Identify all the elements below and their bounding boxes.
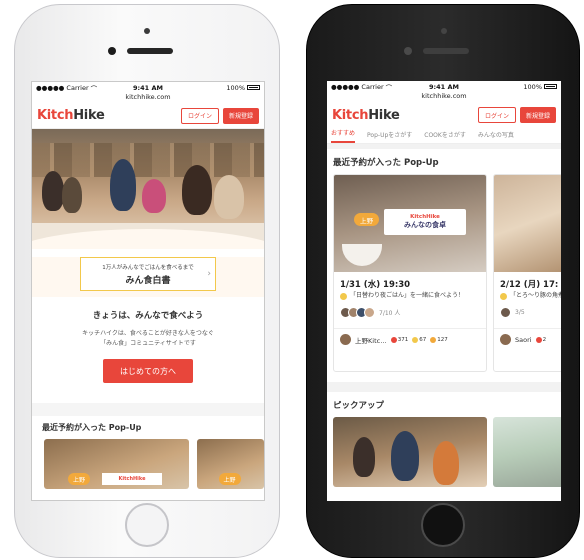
phone-screen-right: ●●●●● Carrier ⌒ 9:41 AM 100% kitchhike.co… bbox=[327, 81, 561, 501]
home-button[interactable] bbox=[421, 503, 465, 547]
earpiece-speaker bbox=[127, 48, 173, 54]
signup-button[interactable]: 新規登録 bbox=[519, 107, 556, 123]
event-logo: KitchHike みんなの食卓 bbox=[384, 209, 466, 235]
status-time: 9:41 AM bbox=[133, 83, 163, 92]
site-description: キッチハイクは、食べることが好きな人をつなぐ 「みん食」コミュニティサイトです bbox=[82, 330, 214, 347]
attendees: 7/10 人 bbox=[334, 300, 486, 318]
tab-recommended[interactable]: おすすめ bbox=[331, 128, 356, 143]
section-title-popup: 最近予約が入った Pop-Up bbox=[42, 423, 142, 432]
status-bar: ●●●●● Carrier ⌒ 9:41 AM 100% bbox=[327, 81, 561, 92]
kitchhike-logo[interactable]: KitchHike bbox=[37, 108, 105, 123]
phone-black: ●●●●● Carrier ⌒ 9:41 AM 100% kitchhike.co… bbox=[306, 4, 580, 558]
host-avatar bbox=[500, 334, 511, 345]
front-sensor bbox=[441, 28, 447, 34]
section-title-popup: 最近予約が入った Pop-Up bbox=[333, 158, 439, 168]
first-time-button[interactable]: はじめての方へ bbox=[103, 359, 193, 383]
check-icon bbox=[500, 293, 507, 300]
popup-card-thumb[interactable]: 上野 KitchHike bbox=[44, 439, 189, 489]
pickup-card[interactable] bbox=[493, 417, 561, 487]
avatar bbox=[500, 307, 511, 318]
host-row: 上野Kitc… 371 67 127 bbox=[334, 328, 486, 350]
popup-card-image: 上野 KitchHike みんなの食卓 bbox=[334, 175, 486, 272]
popup-card-image bbox=[494, 175, 561, 272]
phone-white: ●●●●● Carrier ⌒ 9:41 AM 100% kitchhike.co… bbox=[14, 4, 280, 558]
section-title-pickup: ピックアップ bbox=[333, 401, 385, 411]
front-camera bbox=[404, 47, 412, 55]
nav-tabs: おすすめ Pop-Upをさがす COOKをさがす みんなの写真 bbox=[327, 128, 561, 144]
site-header: KitchHike ログイン 新規登録 bbox=[32, 103, 264, 129]
heart-icon bbox=[390, 336, 397, 343]
front-camera bbox=[108, 47, 116, 55]
area-badge: 上野 bbox=[218, 473, 241, 485]
front-sensor bbox=[144, 28, 150, 34]
status-bar: ●●●●● Carrier ⌒ 9:41 AM 100% bbox=[32, 82, 264, 93]
kitchhike-logo[interactable]: KitchHike bbox=[332, 108, 400, 123]
popup-card[interactable]: 2/12 (月) 17: 「とろ〜り豚の角煮」 3/5 Saori 2 bbox=[493, 174, 561, 372]
address-bar[interactable]: kitchhike.com bbox=[32, 93, 264, 103]
signup-button[interactable]: 新規登録 bbox=[222, 107, 259, 124]
heart-icon bbox=[535, 336, 542, 343]
phone-screen-left: ●●●●● Carrier ⌒ 9:41 AM 100% kitchhike.co… bbox=[31, 81, 265, 501]
attendee-count: 7/10 人 bbox=[379, 310, 401, 317]
chevron-right-icon: › bbox=[207, 269, 211, 279]
section-divider bbox=[32, 403, 264, 416]
earpiece-speaker bbox=[423, 48, 469, 54]
check-icon bbox=[340, 293, 347, 300]
host-name: Saori bbox=[515, 335, 532, 344]
section-divider bbox=[327, 382, 561, 392]
star-icon bbox=[412, 336, 419, 343]
login-button[interactable]: ログイン bbox=[180, 107, 219, 124]
comment-icon bbox=[430, 336, 437, 343]
area-badge: 上野 bbox=[354, 213, 379, 226]
mini-logo: KitchHike bbox=[102, 473, 162, 485]
event-title: 「日替わり夜ごはん」を一緒に食べよう！ bbox=[350, 292, 465, 299]
battery-icon bbox=[544, 84, 557, 89]
hakusho-sub: 1万人がみんなでごはんを食べるまで bbox=[102, 265, 194, 271]
avatar bbox=[364, 307, 375, 318]
tagline: きょうは、みんなで食べよう bbox=[92, 311, 204, 321]
tab-photos[interactable]: みんなの写真 bbox=[478, 130, 514, 143]
address-bar[interactable]: kitchhike.com bbox=[327, 92, 561, 102]
host-row: Saori 2 bbox=[494, 328, 561, 350]
battery-icon bbox=[247, 85, 260, 90]
event-date: 2/12 (月) 17: bbox=[500, 280, 559, 290]
login-button[interactable]: ログイン bbox=[477, 107, 516, 123]
host-name: 上野Kitc… bbox=[355, 336, 387, 345]
site-header: KitchHike ログイン 新規登録 bbox=[327, 102, 561, 128]
event-date: 1/31 (水) 19:30 bbox=[340, 280, 411, 290]
tab-popup-search[interactable]: Pop-Upをさがす bbox=[367, 130, 412, 143]
popup-card[interactable]: 上野 KitchHike みんなの食卓 1/31 (水) 19:30 「日替わり… bbox=[333, 174, 487, 372]
home-button[interactable] bbox=[125, 503, 169, 547]
hero-photo bbox=[32, 129, 264, 249]
attendee-count: 3/5 bbox=[515, 309, 525, 316]
status-time: 9:41 AM bbox=[429, 82, 459, 91]
tab-cook-search[interactable]: COOKをさがす bbox=[424, 130, 466, 143]
event-title: 「とろ〜り豚の角煮」 bbox=[510, 292, 561, 299]
hakusho-banner[interactable]: 1万人がみんなでごはんを食べるまで みん食白書 › bbox=[80, 257, 216, 291]
host-avatar bbox=[340, 334, 351, 345]
hakusho-title: みん食白書 bbox=[125, 276, 171, 286]
popup-card-thumb[interactable]: 上野 bbox=[196, 439, 264, 489]
pickup-card[interactable] bbox=[333, 417, 487, 487]
area-badge: 上野 bbox=[68, 473, 91, 485]
attendees: 3/5 bbox=[494, 300, 561, 318]
